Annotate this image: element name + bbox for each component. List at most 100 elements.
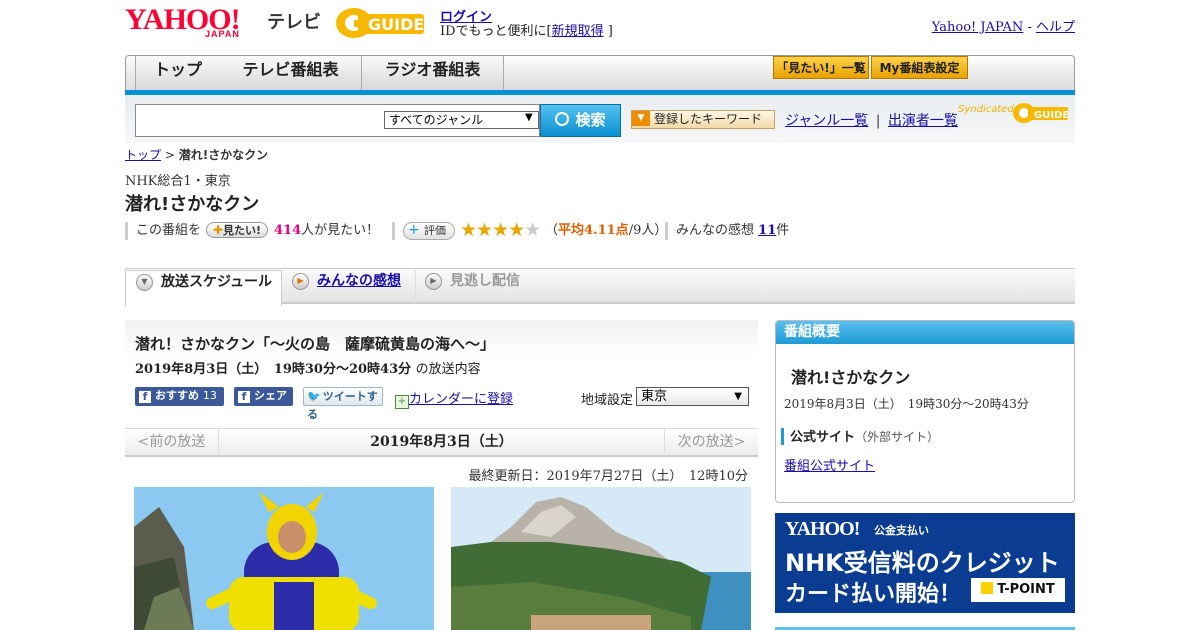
header-links: Yahoo! JAPAN - ヘルプ xyxy=(932,16,1075,35)
recommend-count: 13 xyxy=(202,389,217,402)
mitai-count: 414 xyxy=(274,223,302,238)
genre-select[interactable]: すべてのジャンル xyxy=(384,111,539,129)
registered-keyword-button[interactable]: 登録したキーワード xyxy=(631,110,775,129)
yahoo-japan-link[interactable]: Yahoo! JAPAN xyxy=(932,20,1024,35)
performer-list-link[interactable]: 出演者一覧 xyxy=(888,113,958,129)
star-filled-icon: ★★★★ xyxy=(460,219,525,241)
episode-title: 潜れ！さかなクン「～火の島 薩摩硫黄島の海へ～」 xyxy=(135,335,496,353)
nav-tab-radio-schedule[interactable]: ラジオ番組表 xyxy=(362,56,504,90)
rating-average: 平均4.11点 xyxy=(558,223,629,238)
share-label: シェア xyxy=(254,389,287,402)
nav-tab-tv-schedule[interactable]: テレビ番組表 xyxy=(220,56,362,90)
banner-yahoo-logo: YAHOO! xyxy=(785,518,860,540)
mitai-button-label: 見たい! xyxy=(223,224,262,237)
official-site-heading: 公式サイト（外部サイト） xyxy=(781,428,939,445)
star-empty-icon: ★ xyxy=(524,219,541,241)
facebook-icon: f xyxy=(139,391,151,403)
breadcrumb-top-link[interactable]: トップ xyxy=(125,148,161,162)
rating-count: /9人） xyxy=(628,223,668,238)
tpoint-badge: T-POINT xyxy=(971,578,1065,602)
chevron-down-icon: ▼ xyxy=(525,112,533,123)
impressions-suffix: 件 xyxy=(776,223,790,238)
tv-logo-text[interactable]: テレビ xyxy=(267,8,321,34)
episode-time: 2019年8月3日（土） 19時30分～20時43分 の放送内容 xyxy=(135,358,481,377)
g-guide-logo[interactable]: GUIDE xyxy=(334,5,432,41)
search-icon xyxy=(555,112,570,126)
genre-list-link[interactable]: ジャンル一覧 xyxy=(785,113,868,129)
divider-bar xyxy=(665,222,668,240)
svg-text:GUIDE: GUIDE xyxy=(1034,110,1069,121)
page-title: 潜れ!さかなクン xyxy=(125,194,260,215)
calendar-link[interactable]: カレンダーに登録 xyxy=(409,392,513,407)
external-site-note: （外部サイト） xyxy=(855,430,940,444)
recommend-label: おすすめ xyxy=(155,389,199,402)
facebook-share-button[interactable]: f シェア xyxy=(234,387,293,406)
help-link[interactable]: ヘルプ xyxy=(1036,20,1075,35)
id-prefix-text: IDでもっと便利に[ xyxy=(440,24,552,39)
rating-stars: ★★★★★ xyxy=(460,219,541,241)
yahoo-japan-logo-text: JAPAN xyxy=(205,29,240,39)
banner-line2: カード払い開始！ xyxy=(785,582,962,607)
tpoint-icon xyxy=(981,582,994,594)
chevron-right-icon: ▶ xyxy=(425,272,442,290)
rating-text: （平均4.11点/9人） xyxy=(545,222,667,240)
plus-icon: + xyxy=(408,222,420,238)
official-site-label: 公式サイト xyxy=(790,430,856,445)
rate-button[interactable]: + 評価 xyxy=(403,222,455,240)
banner-line1: NHK受信料のクレジット xyxy=(785,549,1060,577)
signup-link[interactable]: 新規取得 xyxy=(552,24,604,39)
region-label: 地域設定 xyxy=(581,393,634,408)
impressions-label: みんなの感想 xyxy=(676,223,755,238)
breadcrumb-current: 潜れ!さかなクン xyxy=(178,148,269,162)
last-updated: 最終更新日：2019年7月27日（土） 12時10分 xyxy=(468,469,748,484)
calendar-register[interactable]: + カレンダーに登録 xyxy=(395,388,513,409)
search-button-label: 検索 xyxy=(575,111,606,129)
mitai-suffix: 人が見たい！ xyxy=(301,223,380,238)
divider-bar xyxy=(125,222,128,240)
tab-impressions[interactable]: ▶ みんなの感想 xyxy=(292,270,416,304)
my-schedule-button[interactable]: My番組表設定 xyxy=(871,56,968,79)
broadcast-date: 2019年8月3日（土） xyxy=(370,434,513,450)
episode-photo-diver xyxy=(134,487,434,630)
region-select[interactable]: 東京 ▼ xyxy=(636,387,749,406)
keyword-button-label: 登録したキーワード xyxy=(654,112,763,126)
tpoint-label: T-POINT xyxy=(997,582,1055,597)
next-broadcast-link[interactable]: 次の放送> xyxy=(664,428,758,457)
this-program-label: この番組を xyxy=(136,223,202,238)
chevron-right-icon: ▶ xyxy=(292,272,309,290)
syndicated-label: Syndicated xyxy=(958,104,1014,115)
prev-broadcast-link[interactable]: <前の放送 xyxy=(125,428,219,457)
tab-missed[interactable]: ▶ 見逃し配信 xyxy=(425,270,545,304)
plus-icon: ✚ xyxy=(212,223,224,237)
banner-subtitle: 公金支払い xyxy=(874,524,929,537)
search-button[interactable]: 検索 xyxy=(540,104,621,137)
facebook-icon: f xyxy=(238,391,250,403)
summary-title: 潜れ!さかなクン xyxy=(791,368,911,387)
chevron-down-icon: ▼ xyxy=(136,273,153,291)
official-site-link[interactable]: 番組公式サイト xyxy=(784,455,875,474)
divider-bar xyxy=(392,222,395,240)
breadcrumb-sep: > xyxy=(161,148,179,162)
id-promo: IDでもっと便利に[新規取得 ] xyxy=(440,20,613,39)
svg-text:GUIDE: GUIDE xyxy=(368,15,424,34)
g-guide-small-logo: GUIDE xyxy=(1012,101,1070,129)
episode-time-suffix: の放送内容 xyxy=(415,362,481,377)
tab-schedule[interactable]: ▼ 放送スケジュール xyxy=(125,270,282,306)
rate-button-label: 評価 xyxy=(424,224,446,237)
twitter-bird-icon: 🐦 xyxy=(307,390,321,403)
tab-missed-label: 見逃し配信 xyxy=(450,273,520,289)
mitai-list-button[interactable]: 「見たい!」一覧 xyxy=(773,56,869,79)
facebook-recommend-button[interactable]: f おすすめ 13 xyxy=(135,387,224,406)
tab-impressions-link[interactable]: みんなの感想 xyxy=(317,273,401,289)
station-name: NHK総合1・東京 xyxy=(125,174,231,189)
mitai-button[interactable]: ✚見たい! xyxy=(206,222,268,238)
link-divider: | xyxy=(875,113,881,129)
dropdown-arrow-icon: ▼ xyxy=(632,111,650,126)
header-sep: - xyxy=(1023,20,1036,35)
episode-photo-island xyxy=(451,487,751,630)
rating-open: （ xyxy=(545,223,559,238)
mitai-count-text: 414人が見たい！ xyxy=(274,222,379,240)
tweet-button[interactable]: 🐦 ツイートする xyxy=(303,387,383,421)
impressions-count-link[interactable]: 11 xyxy=(758,223,776,238)
nav-tab-top[interactable]: トップ xyxy=(135,56,221,90)
